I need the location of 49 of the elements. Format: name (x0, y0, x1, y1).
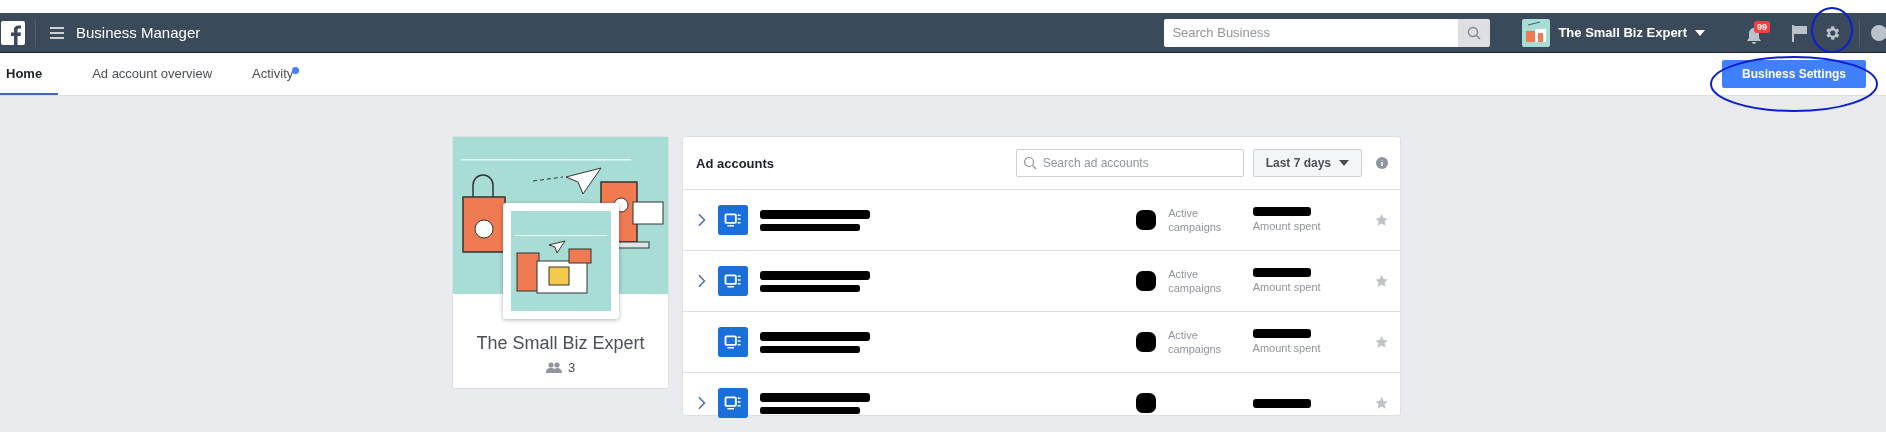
business-name: The Small Biz Expert (476, 333, 645, 354)
redaction-mark (1252, 268, 1311, 277)
notifications-button[interactable]: 99 (1745, 20, 1771, 45)
star-icon[interactable] (1374, 274, 1388, 288)
caret-icon (1695, 29, 1705, 36)
shop-avatar-icon (1522, 18, 1551, 47)
search-icon (1022, 156, 1037, 170)
amount-spent-label: Amount spent (1252, 219, 1322, 233)
facebook-logo[interactable] (1, 20, 25, 45)
nav-tab[interactable]: Activity (232, 53, 314, 95)
search-button[interactable] (1458, 18, 1491, 47)
flag-button[interactable] (1791, 23, 1809, 42)
star-icon[interactable] (1374, 396, 1388, 410)
app-title: Business Manager (76, 24, 201, 41)
flag-icon (1791, 23, 1809, 42)
redaction-mark (1252, 329, 1311, 338)
search-field[interactable]: Search ad accounts (1015, 149, 1244, 177)
business-settings-button[interactable]: Business Settings (1721, 60, 1866, 88)
menu-icon[interactable] (50, 26, 64, 39)
caret-icon (1339, 160, 1349, 166)
active-campaigns-label: Active campaigns (1168, 267, 1223, 295)
chevron-icon[interactable] (697, 212, 707, 228)
redaction-mark (1136, 393, 1157, 413)
people-icon (545, 362, 562, 373)
ad-account-icon (718, 204, 749, 236)
redaction-mark (1252, 207, 1311, 216)
ad-account-icon (717, 326, 748, 358)
redaction-mark (1252, 398, 1311, 408)
active-campaigns-label: Active campaigns (1167, 328, 1223, 356)
date-range-dropdown[interactable]: Last 7 days (1252, 149, 1362, 177)
people-count: 3 (567, 360, 576, 375)
panel-title: Ad accounts (696, 155, 774, 171)
chevron-icon[interactable] (697, 273, 707, 289)
chevron-icon[interactable] (697, 395, 707, 411)
redaction-mark (1136, 271, 1157, 291)
notification-badge: 99 (1754, 20, 1770, 33)
star-icon[interactable] (1374, 335, 1388, 349)
redaction-mark (1135, 332, 1156, 352)
active-campaigns-label: Active campaigns (1168, 206, 1223, 234)
info-icon[interactable] (1376, 157, 1388, 169)
star-icon[interactable] (1374, 213, 1388, 227)
nav-tab[interactable]: Ad account overview (72, 53, 233, 95)
search-icon (1467, 25, 1482, 40)
ad-account-icon (718, 265, 749, 297)
search-field[interactable]: Search Business (1164, 18, 1459, 47)
account-switcher[interactable]: The Small Biz Expert (1522, 18, 1705, 47)
redaction-mark (1136, 210, 1157, 230)
amount-spent-label: Amount spent (1252, 280, 1322, 294)
amount-spent-label: Amount spent (1252, 341, 1322, 355)
